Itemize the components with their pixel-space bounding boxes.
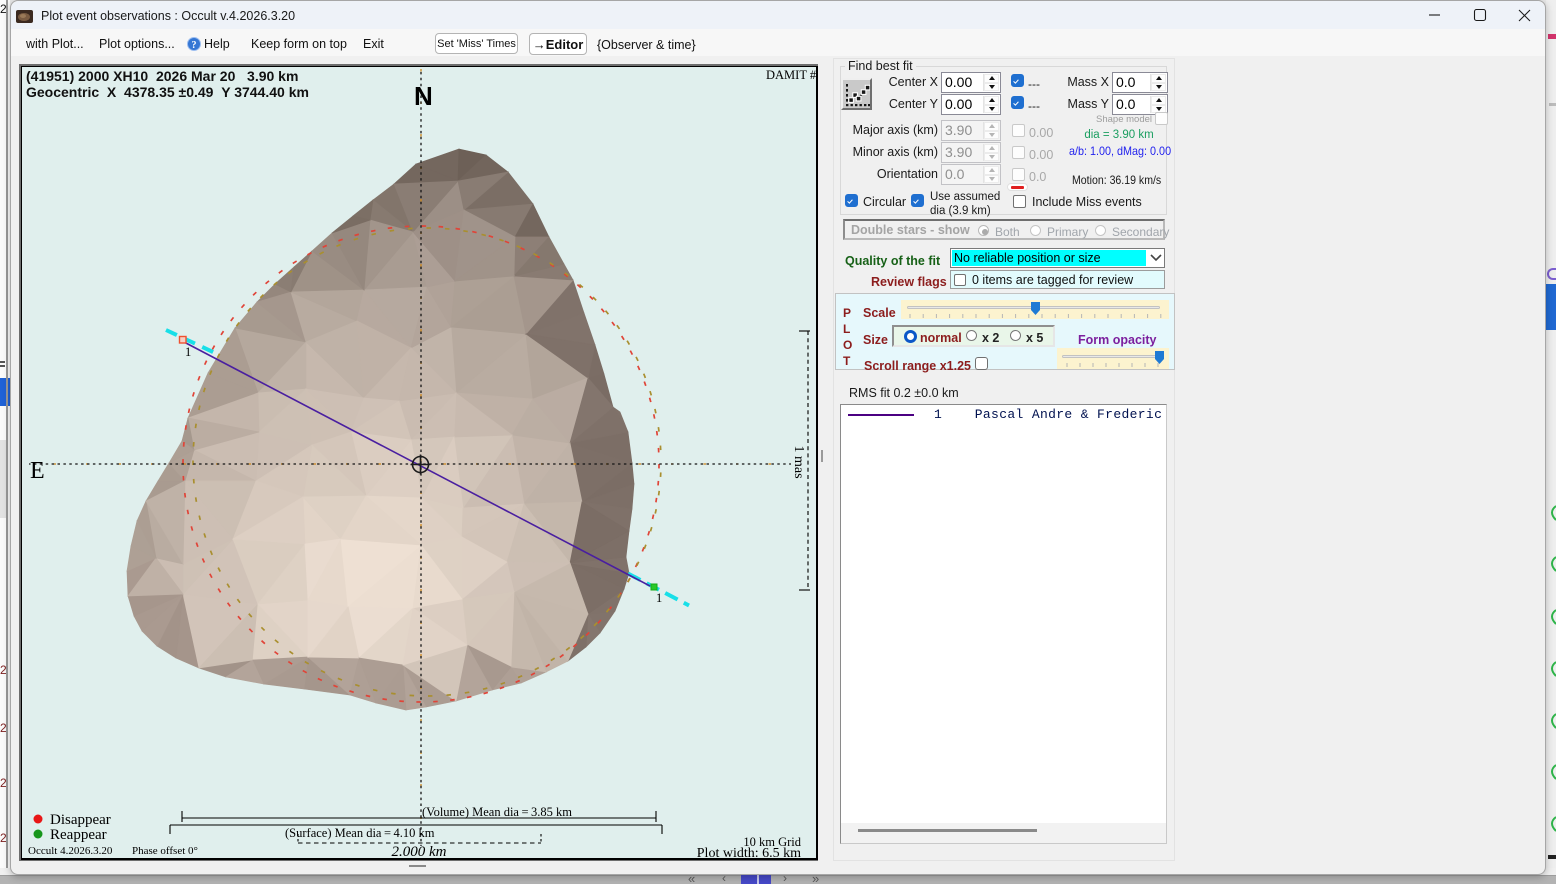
svg-text:DAMIT #: DAMIT #	[766, 68, 816, 82]
svg-text:N: N	[414, 81, 433, 111]
svg-text:Occult 4.2026.3.20: Occult 4.2026.3.20	[28, 845, 113, 857]
svg-text:Reappear: Reappear	[50, 827, 107, 843]
svg-text:(Volume) Mean dia = 3.85 km: (Volume) Mean dia = 3.85 km	[422, 805, 572, 819]
svg-text:2.000 km: 2.000 km	[392, 844, 447, 858]
svg-text:(41951) 2000 XH10 2026 Mar 20: (41951) 2000 XH10 2026 Mar 20 3.90 km	[26, 68, 298, 84]
svg-text:1: 1	[656, 591, 662, 605]
svg-text:E: E	[30, 458, 45, 484]
svg-text:Geocentric X 4378.35 ±0.49: Geocentric X 4378.35 ±0.49 Y 3744.40 km	[26, 84, 309, 100]
svg-text:1 mas: 1 mas	[791, 445, 806, 478]
svg-text:1: 1	[185, 345, 191, 359]
svg-text:?: ?	[192, 40, 197, 51]
svg-text:Plot width: 6.5 km: Plot width: 6.5 km	[697, 846, 801, 858]
svg-text:Disappear: Disappear	[50, 812, 111, 828]
svg-text:(Surface) Mean dia = 4.10 km: (Surface) Mean dia = 4.10 km	[285, 826, 435, 840]
svg-text:Phase offset 0°: Phase offset 0°	[132, 845, 198, 857]
